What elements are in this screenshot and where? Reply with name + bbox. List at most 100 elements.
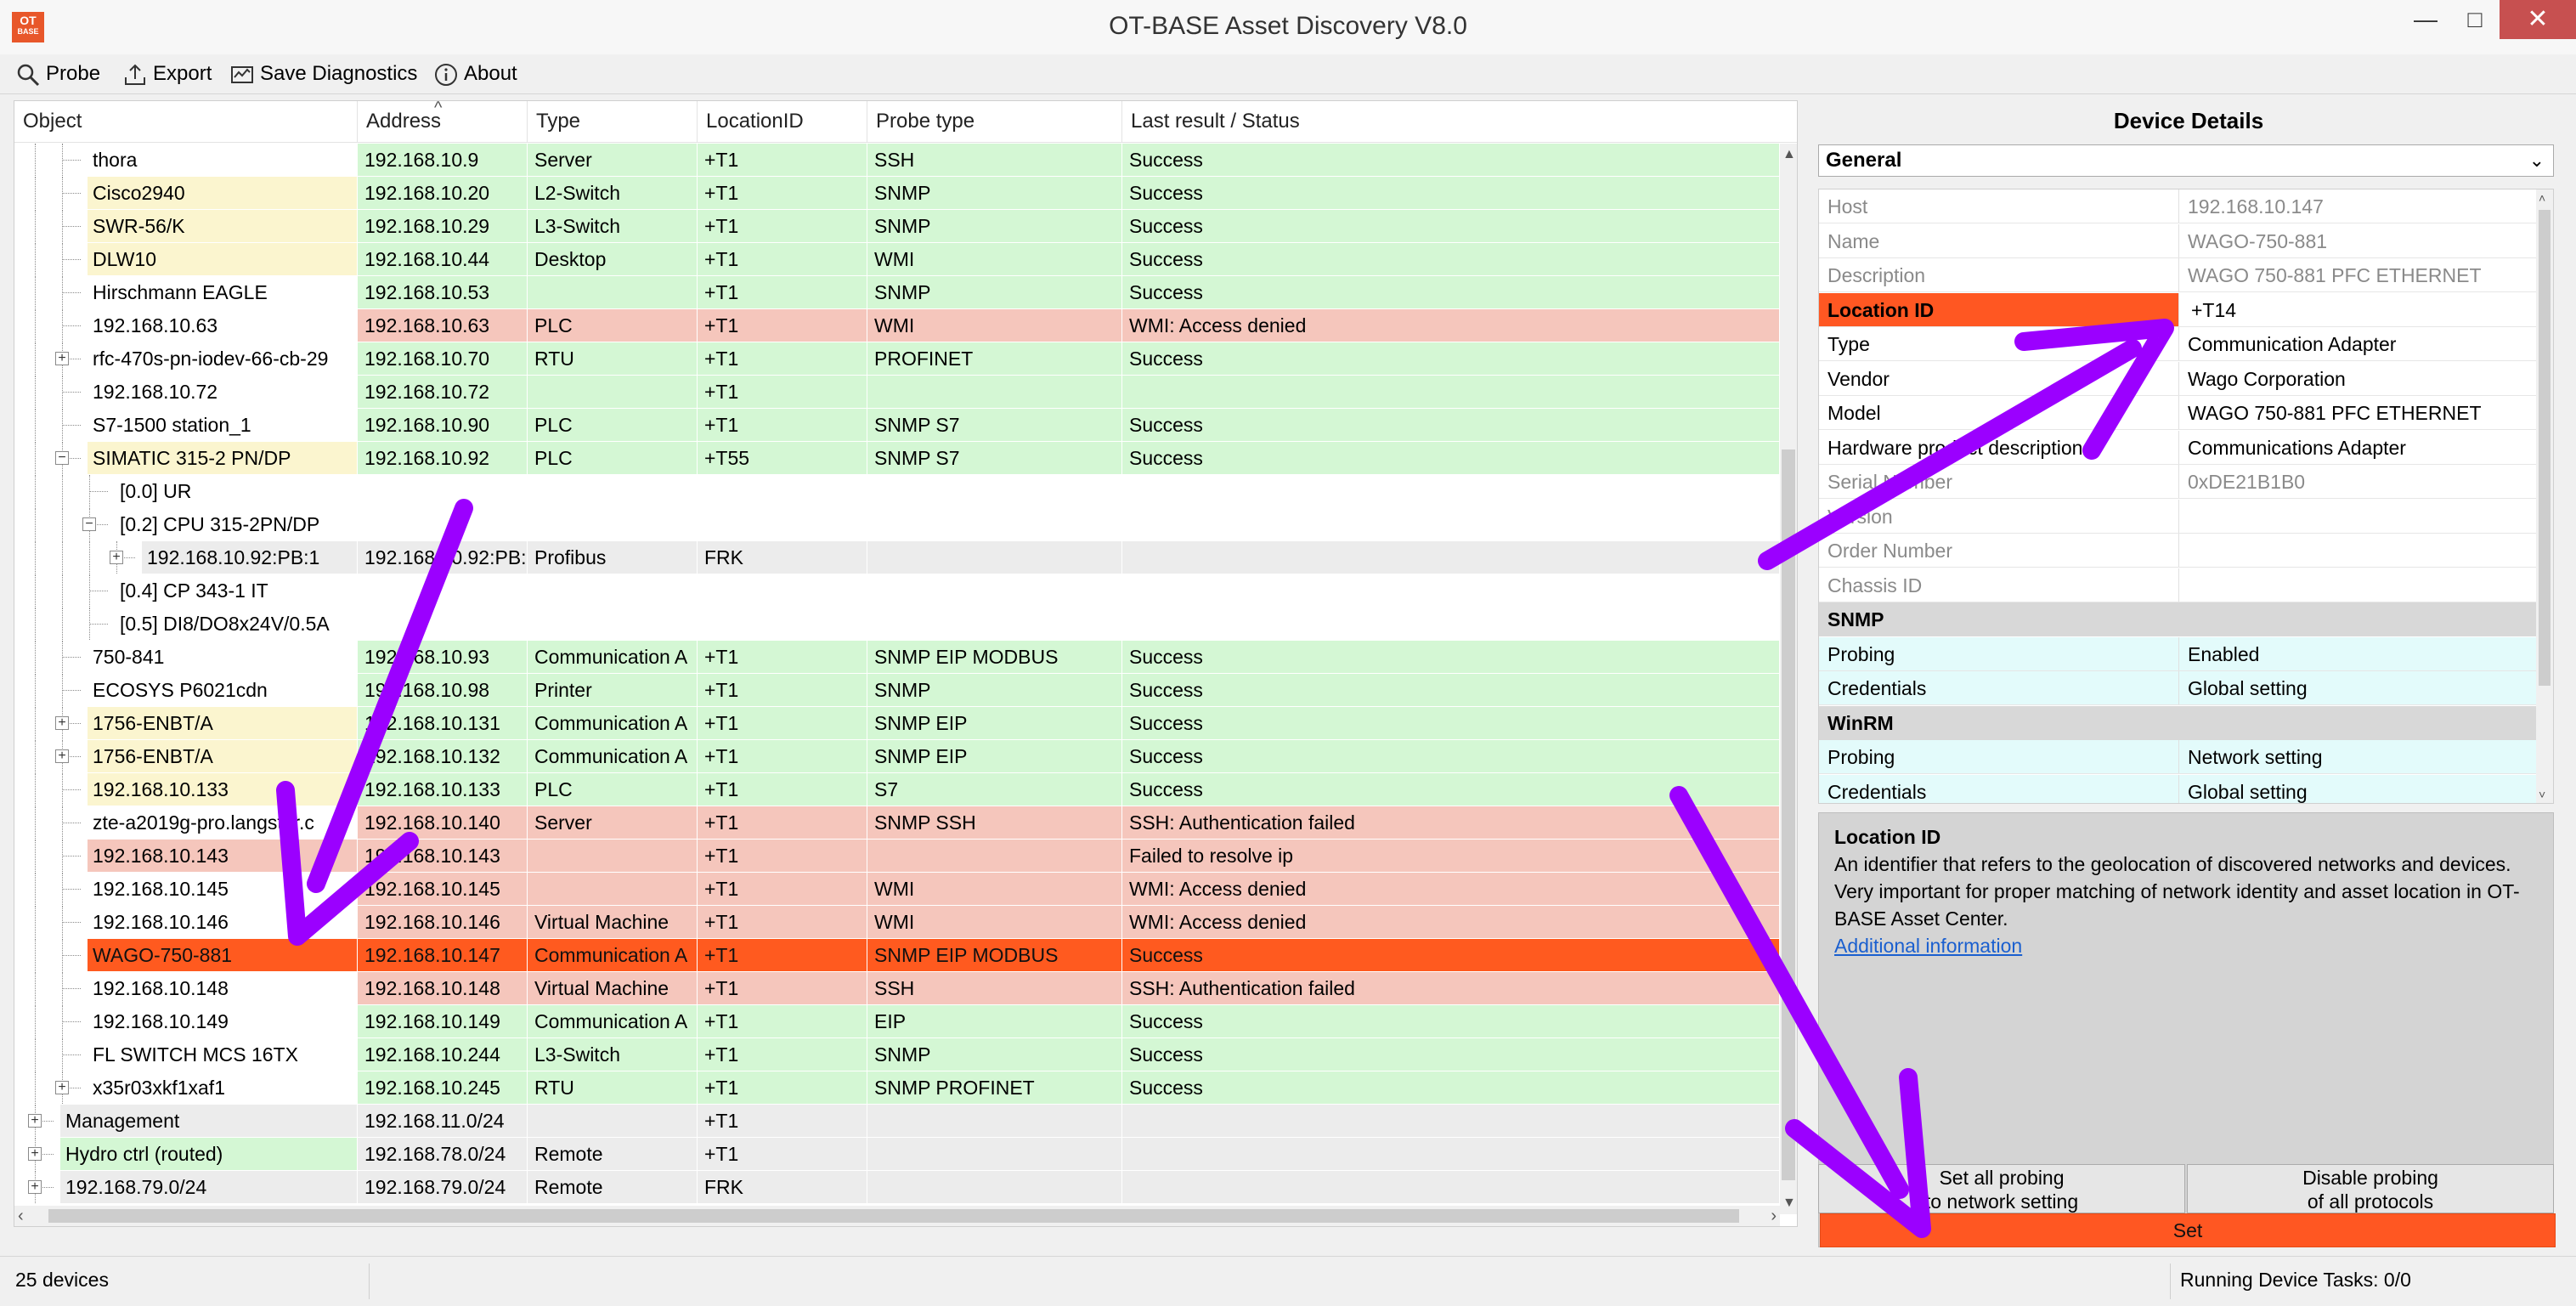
property-row[interactable]: Description WAGO 750-881 PFC ETHERNET: [1819, 258, 2538, 292]
tree-horizontal-scrollbar[interactable]: ‹ ›: [14, 1206, 1780, 1226]
scroll-down-arrow-icon[interactable]: ˅: [2539, 788, 2545, 801]
maximize-button[interactable]: □: [2450, 0, 2500, 39]
table-row[interactable]: +1756-ENBT/A 192.168.10.132 Communication …: [14, 740, 1780, 772]
hscroll-thumb[interactable]: [48, 1209, 1739, 1223]
property-value[interactable]: WAGO-750-881: [2179, 224, 2538, 257]
expand-icon[interactable]: +: [28, 1147, 42, 1161]
table-row[interactable]: zte-a2019g-pro.langstar.c 192.168.10.140 S…: [14, 806, 1780, 839]
cell-object[interactable]: +192.168.79.0/24: [14, 1171, 358, 1203]
cell-object[interactable]: 750-841: [14, 641, 358, 673]
cell-object[interactable]: [0.4] CP 343-1 IT: [14, 574, 358, 607]
expand-icon[interactable]: +: [28, 1114, 42, 1128]
scroll-right-arrow-icon[interactable]: ›: [1771, 1206, 1777, 1226]
cell-object[interactable]: [0.5] DI8/DO8x24V/0.5A: [14, 608, 358, 640]
cell-object[interactable]: + rfc-470s-pn-iodev-66-cb-29: [14, 342, 358, 375]
scroll-up-arrow-icon[interactable]: ▲: [1782, 147, 1796, 162]
cell-object[interactable]: [0.0] UR: [14, 475, 358, 507]
property-value[interactable]: Enabled: [2179, 636, 2538, 670]
property-row[interactable]: Type Communication Adapter: [1819, 327, 2538, 361]
export-button[interactable]: Export: [122, 59, 212, 88]
scroll-left-arrow-icon[interactable]: ‹: [18, 1206, 24, 1226]
scroll-thumb[interactable]: [1782, 449, 1795, 1180]
minimize-button[interactable]: —: [2401, 0, 2450, 39]
cell-object[interactable]: Hirschmann EAGLE: [14, 276, 358, 308]
property-row[interactable]: Vendor Wago Corporation: [1819, 361, 2538, 396]
column-type[interactable]: Type: [528, 101, 698, 142]
table-row-selected[interactable]: WAGO-750-881 192.168.10.147 Communication …: [14, 939, 1780, 971]
cell-object[interactable]: SWR-56/K: [14, 210, 358, 242]
table-row[interactable]: +192.168.79.0/24 192.168.79.0/24 Remote FRK: [14, 1171, 1780, 1203]
table-row[interactable]: 192.168.10.149 192.168.10.149 Communicatio…: [14, 1005, 1780, 1037]
property-value[interactable]: [2179, 534, 2538, 567]
cell-object[interactable]: 192.168.10.63: [14, 309, 358, 342]
cell-object[interactable]: ECOSYS P6021cdn: [14, 674, 358, 706]
cell-object[interactable]: − [0.2] CPU 315-2PN/DP: [14, 508, 358, 540]
property-value[interactable]: Communications Adapter: [2179, 431, 2538, 464]
table-row[interactable]: DLW10 192.168.10.44 Desktop +T1 WMI Success: [14, 243, 1780, 275]
table-row[interactable]: +192.168.10.92:PB:1 192.168.10.92:PB:1 Pro…: [14, 541, 1780, 574]
cell-object[interactable]: 192.168.10.143: [14, 840, 358, 872]
about-button[interactable]: About: [433, 59, 517, 88]
property-row[interactable]: Serial Number 0xDE21B1B0: [1819, 465, 2538, 499]
table-row[interactable]: 192.168.10.63 192.168.10.63 PLC +T1 WMI WMI: …: [14, 309, 1780, 342]
property-scroll-thumb[interactable]: [2539, 210, 2551, 686]
expand-icon[interactable]: +: [55, 1081, 69, 1094]
table-row[interactable]: Hirschmann EAGLE 192.168.10.53 +T1 SNMP Succ…: [14, 276, 1780, 308]
cell-object[interactable]: + Hydro ctrl (routed): [14, 1138, 358, 1170]
table-row[interactable]: 750-841 192.168.10.93 Communication A +T1 SN…: [14, 641, 1780, 673]
column-address[interactable]: Address ^: [358, 101, 528, 142]
set-all-probing-button[interactable]: Set all probing to network setting: [1818, 1164, 2185, 1213]
table-row[interactable]: SWR-56/K 192.168.10.29 L3-Switch +T1 SNMP Suc…: [14, 210, 1780, 242]
category-select[interactable]: General ⌄: [1818, 144, 2554, 177]
disable-probing-button[interactable]: Disable probing of all protocols: [2187, 1164, 2554, 1213]
table-row[interactable]: 192.168.10.72 192.168.10.72 +T1: [14, 376, 1780, 408]
cell-object[interactable]: S7-1500 station_1: [14, 409, 358, 441]
table-row[interactable]: 192.168.10.133 192.168.10.133 PLC +T1 S7 Succ…: [14, 773, 1780, 806]
property-value[interactable]: Wago Corporation: [2179, 362, 2538, 395]
property-row[interactable]: Host 192.168.10.147: [1819, 189, 2538, 223]
cell-object[interactable]: thora: [14, 144, 358, 176]
table-row[interactable]: FL SWITCH MCS 16TX 192.168.10.244 L3-Switc…: [14, 1038, 1780, 1071]
property-row[interactable]: Order Number: [1819, 534, 2538, 568]
expand-icon[interactable]: +: [110, 551, 123, 564]
table-row[interactable]: − SIMATIC 315-2 PN/DP 192.168.10.92 PLC +T55…: [14, 442, 1780, 474]
table-row[interactable]: Cisco2940 192.168.10.20 L2-Switch +T1 SNMP Su…: [14, 177, 1780, 209]
cell-object[interactable]: − SIMATIC 315-2 PN/DP: [14, 442, 358, 474]
cell-object[interactable]: 192.168.10.146: [14, 906, 358, 938]
cell-object[interactable]: Cisco2940: [14, 177, 358, 209]
property-value[interactable]: 0xDE21B1B0: [2179, 465, 2538, 498]
save-diagnostics-button[interactable]: Save Diagnostics: [229, 59, 417, 88]
table-row[interactable]: 192.168.10.143 192.168.10.143 +T1 Failed to…: [14, 840, 1780, 872]
property-value[interactable]: Global setting: [2179, 671, 2538, 704]
property-value[interactable]: WAGO 750-881 PFC ETHERNET: [2179, 396, 2538, 429]
table-row[interactable]: + rfc-470s-pn-iodev-66-cb-29 192.168.10.70…: [14, 342, 1780, 375]
property-value[interactable]: Global setting: [2179, 774, 2538, 803]
cell-object[interactable]: 192.168.10.145: [14, 873, 358, 905]
tree-vertical-scrollbar[interactable]: ▲ ▼: [1780, 144, 1797, 1214]
property-row[interactable]: Credentials Global setting: [1819, 774, 2538, 803]
scroll-down-arrow-icon[interactable]: ▼: [1782, 1196, 1796, 1211]
property-row[interactable]: Probing Enabled: [1819, 636, 2538, 671]
cell-object[interactable]: 192.168.10.148: [14, 972, 358, 1004]
property-value[interactable]: Communication Adapter: [2179, 327, 2538, 360]
cell-object[interactable]: DLW10: [14, 243, 358, 275]
table-row[interactable]: + Hydro ctrl (routed) 192.168.78.0/24 Remot…: [14, 1138, 1780, 1170]
cell-object[interactable]: + x35r03xkf1xaf1: [14, 1071, 358, 1104]
additional-information-link[interactable]: Additional information: [1834, 932, 2538, 959]
cell-object[interactable]: WAGO-750-881: [14, 939, 358, 971]
expand-icon[interactable]: +: [28, 1180, 42, 1194]
expand-icon[interactable]: +: [55, 716, 69, 730]
column-location-id[interactable]: LocationID: [698, 101, 867, 142]
property-row[interactable]: Name WAGO-750-881: [1819, 223, 2538, 258]
table-row[interactable]: + x35r03xkf1xaf1 192.168.10.245 RTU +T1 SNMP …: [14, 1071, 1780, 1104]
table-row[interactable]: [0.4] CP 343-1 IT: [14, 574, 1780, 607]
cell-object[interactable]: 192.168.10.72: [14, 376, 358, 408]
property-row[interactable]: Credentials Global setting: [1819, 671, 2538, 705]
property-section-header[interactable]: SNMP: [1819, 602, 2538, 636]
table-row[interactable]: − [0.2] CPU 315-2PN/DP: [14, 508, 1780, 540]
expand-icon[interactable]: +: [55, 749, 69, 763]
close-button[interactable]: ✕: [2500, 0, 2576, 39]
collapse-icon[interactable]: −: [55, 451, 69, 465]
table-row[interactable]: +1756-ENBT/A 192.168.10.131 Communication …: [14, 707, 1780, 739]
table-row[interactable]: 192.168.10.148 192.168.10.148 Virtual Mach…: [14, 972, 1780, 1004]
